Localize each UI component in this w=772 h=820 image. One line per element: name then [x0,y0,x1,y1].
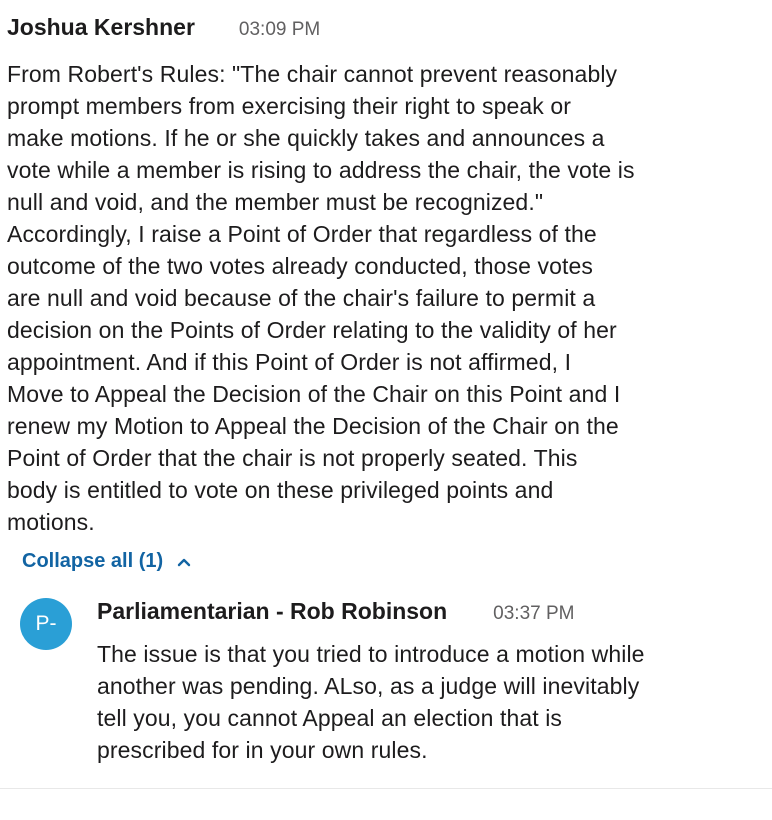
collapse-all-button[interactable]: Collapse all (1) [22,550,191,573]
message: Joshua Kershner 03:09 PM From Robert's R… [7,14,759,538]
reply-content: Parliamentarian - Rob Robinson 03:37 PM … [97,598,757,766]
message-line: Move to Appeal the Decision of the Chair… [7,381,621,407]
message-timestamp[interactable]: 03:09 PM [239,19,320,41]
reply-timestamp[interactable]: 03:37 PM [493,603,574,625]
message-line: motions. [7,509,95,535]
message-line: From Robert's Rules: "The chair cannot p… [7,61,618,87]
message-line: decision on the Points of Order relating… [7,317,617,343]
divider [0,788,772,789]
message-line: Point of Order that the chair is not pro… [7,445,578,471]
message-line: vote while a member is rising to address… [7,157,635,183]
message-line: appointment. And if this Point of Order … [7,349,572,375]
avatar-initials: P- [35,612,57,635]
reply-line: The issue is that you tried to introduce… [97,641,645,667]
reply-line: prescribed for in your own rules. [97,737,428,763]
reply-line: another was pending. ALso, as a judge wi… [97,673,640,699]
message-author[interactable]: Joshua Kershner [7,14,195,41]
chevron-up-icon [177,557,191,567]
message-body: From Robert's Rules: "The chair cannot p… [7,58,759,538]
reply-author[interactable]: Parliamentarian - Rob Robinson [97,598,447,625]
reply-body: The issue is that you tried to introduce… [97,638,757,766]
message-line: are null and void because of the chair's… [7,285,596,311]
collapse-all-label: Collapse all (1) [22,550,164,572]
message-line: null and void, and the member must be re… [7,189,544,215]
message-line: body is entitled to vote on these privil… [7,477,554,503]
message-line: Accordingly, I raise a Point of Order th… [7,221,597,247]
message-line: prompt members from exercising their rig… [7,93,571,119]
message-header: Joshua Kershner 03:09 PM [7,14,759,48]
message-line: make motions. If he or she quickly takes… [7,125,605,151]
message-line: renew my Motion to Appeal the Decision o… [7,413,619,439]
reply-header: Parliamentarian - Rob Robinson 03:37 PM [97,598,757,632]
reply-line: tell you, you cannot Appeal an election … [97,705,563,731]
avatar[interactable]: P- [20,598,72,650]
message-line: outcome of the two votes already conduct… [7,253,593,279]
